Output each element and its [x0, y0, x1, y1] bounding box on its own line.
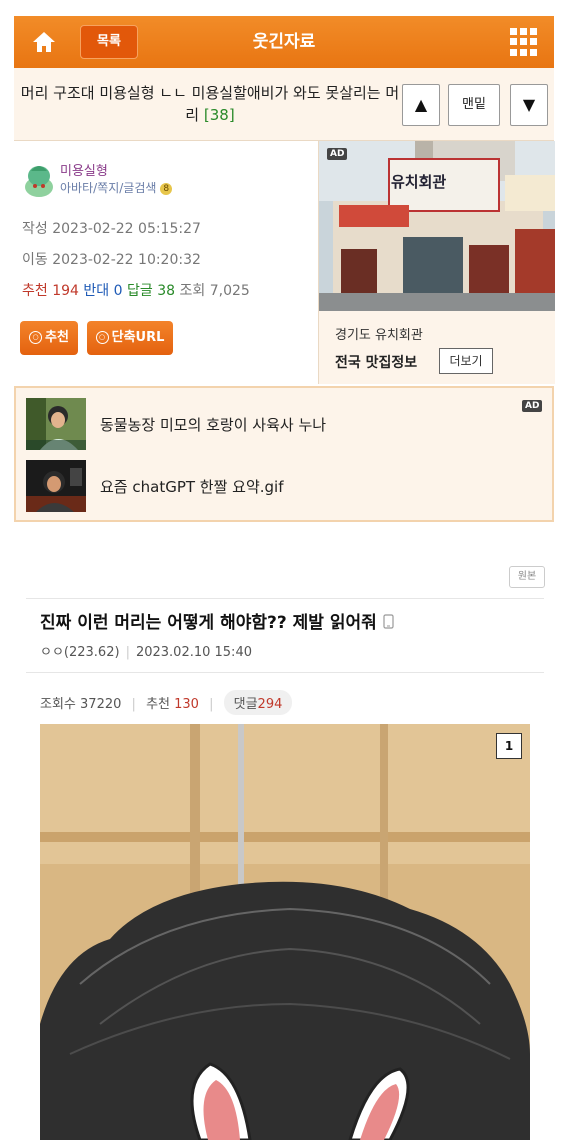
written-label: 작성	[22, 221, 48, 237]
author-links: 아바타/쪽지/글검색 8	[60, 179, 173, 196]
related-ads: AD 동물농장 미모의 호랑이 사육사 누나 요즘 chatGPT 한짤 요약.…	[14, 386, 554, 522]
related-ad-badge: AD	[522, 400, 543, 412]
short-url-button[interactable]: ○ 단축URL	[87, 321, 173, 355]
scroll-bottom-button[interactable]: 맨밑	[448, 84, 500, 126]
moved-label: 이동	[22, 252, 48, 268]
moved-value: 2023-02-22 10:20:32	[52, 252, 201, 268]
level-badge: 8	[160, 182, 173, 195]
recommend-button[interactable]: ○ 추천	[20, 321, 78, 355]
ad-title: 전국 맛집정보	[335, 355, 418, 371]
divider	[26, 598, 544, 599]
rec-label: 추천	[146, 697, 170, 712]
written-value: 2023-02-22 05:15:27	[52, 221, 201, 237]
post-title: 머리 구조대 미용실형 ㄴㄴ 미용실할애비가 와도 못살리는 머리 [38]	[20, 82, 400, 126]
comment-label: 댓글	[233, 697, 258, 712]
post-info: 미용실형 아바타/쪽지/글검색 8 작성 2023-02-22 05:15:27…	[14, 141, 318, 384]
home-icon[interactable]	[30, 28, 58, 56]
comment-value: 294	[257, 697, 283, 712]
ad-sign-text: 유치회관	[391, 173, 447, 191]
ad-panel[interactable]: 유치회관 AD 경기도 유치회관 전국 맛집정보 더보기	[318, 141, 555, 384]
scroll-down-button[interactable]: ▼	[510, 84, 548, 126]
post-title-box: 머리 구조대 미용실형 ㄴㄴ 미용실할애비가 와도 못살리는 머리 [38] ▲…	[14, 68, 554, 141]
circle-icon: ○	[95, 331, 109, 344]
ad-caption: 경기도 유치회관	[335, 328, 423, 343]
article-photo	[40, 724, 530, 1140]
short-url-label: 단축URL	[111, 330, 165, 345]
author-links-text[interactable]: 아바타/쪽지/글검색	[60, 181, 156, 195]
related-item-1[interactable]: 동물농장 미모의 호랑이 사육사 누나	[100, 414, 326, 435]
moved-time: 이동 2023-02-22 10:20:32	[22, 249, 201, 269]
comment-pill[interactable]: 댓글294	[223, 690, 293, 715]
more-button[interactable]: 더보기	[439, 348, 493, 374]
article-author: ㅇㅇ(223.62)	[40, 645, 120, 660]
avatar[interactable]	[22, 163, 56, 199]
grid-menu-icon[interactable]	[510, 28, 538, 56]
views-value: 37220	[80, 697, 122, 712]
original-button[interactable]: 원본	[509, 566, 545, 588]
article-title-text: 진짜 이런 머리는 어떻게 해야함?? 제발 읽어줘	[40, 613, 377, 633]
ad-badge: AD	[327, 148, 348, 160]
post-comment-count[interactable]: [38]	[204, 106, 235, 124]
article-date: 2023.02.10 15:40	[135, 645, 252, 660]
views-label: 조회수	[40, 697, 76, 712]
article-stats: 조회수 37220 | 추천 130 | 댓글294	[40, 690, 293, 715]
mobile-icon	[383, 613, 394, 633]
rec-value: 130	[174, 697, 199, 712]
circle-icon: ○	[29, 331, 43, 344]
written-time: 작성 2023-02-22 05:15:27	[22, 218, 201, 238]
opp-value: 0	[113, 283, 123, 299]
divider	[26, 672, 544, 673]
author-name[interactable]: 미용실형	[60, 160, 108, 179]
opp-label: 반대	[83, 283, 110, 299]
ad-image[interactable]: 유치회관 AD	[319, 141, 555, 311]
article-title: 진짜 이런 머리는 어떻게 해야함?? 제발 읽어줘	[40, 608, 394, 633]
reply-value: 38	[157, 283, 176, 299]
post-stats: 추천 194 반대 0 답글 38 조회 7,025	[22, 280, 250, 300]
related-thumb-2[interactable]	[26, 460, 86, 512]
rec-label: 추천	[22, 283, 48, 299]
scroll-up-button[interactable]: ▲	[402, 84, 440, 126]
view-value: 7,025	[209, 283, 250, 299]
related-item-2[interactable]: 요즘 chatGPT 한짤 요약.gif	[100, 476, 284, 497]
list-button[interactable]: 목록	[80, 25, 138, 59]
rec-value: 194	[52, 283, 79, 299]
recommend-label: 추천	[45, 330, 69, 345]
image-number-badge: 1	[496, 733, 522, 759]
view-label: 조회	[179, 283, 206, 299]
related-thumb-1[interactable]	[26, 398, 86, 450]
reply-label: 답글	[127, 283, 153, 299]
article-meta: ㅇㅇ(223.62) | 2023.02.10 15:40	[40, 645, 252, 660]
top-bar: 웃긴자료 목록	[14, 16, 554, 68]
